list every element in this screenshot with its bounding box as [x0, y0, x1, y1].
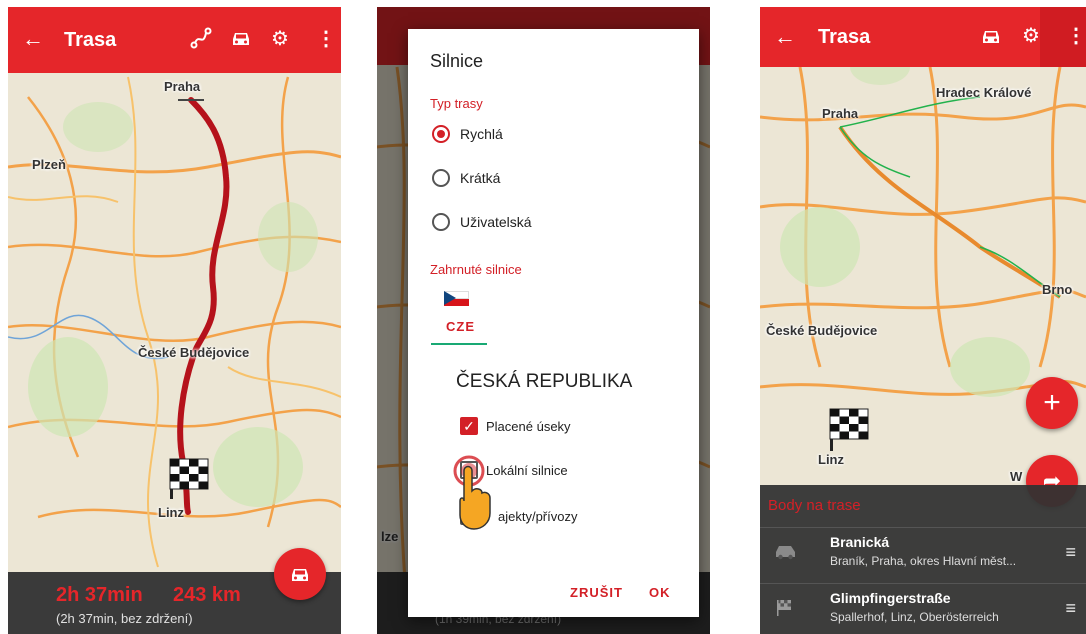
map-label-w: W	[1010, 469, 1023, 484]
car-icon[interactable]	[230, 27, 252, 49]
map-label-praha: Praha	[164, 79, 201, 94]
back-arrow-icon[interactable]: ←	[22, 27, 44, 51]
car-icon	[776, 546, 795, 560]
waypoint-name: Branická	[830, 534, 890, 550]
radio-short-label[interactable]: Krátká	[460, 170, 500, 186]
app-bar: ← Trasa ⚙ ⋮	[8, 7, 341, 73]
map-label-ceske-budejovice: České Budějovice	[138, 345, 250, 360]
map-label-plzen: Plzeň	[32, 157, 66, 172]
ok-button[interactable]: OK	[649, 585, 671, 600]
waypoint-address: Spallerhof, Linz, Oberösterreich	[830, 610, 999, 624]
car-icon[interactable]	[980, 25, 1002, 47]
radio-fast[interactable]	[432, 125, 450, 143]
checkbox-toll-roads-label[interactable]: Placené úseky	[486, 419, 571, 434]
route-subtitle: (2h 37min, bez zdržení)	[56, 611, 193, 626]
more-vert-icon[interactable]: ⋮	[316, 27, 336, 51]
radio-custom-label[interactable]: Uživatelská	[460, 214, 532, 230]
route-screen: Praha Plzeň České Budějovice Linz ← Tras…	[8, 7, 341, 634]
radio-custom[interactable]	[432, 213, 450, 231]
list-item[interactable]: Glimpfingerstraße Spallerhof, Linz, Ober…	[760, 583, 1086, 631]
waypoint-address: Braník, Praha, okres Hlavní měst...	[830, 554, 1017, 568]
tab-indicator	[431, 343, 487, 345]
checkbox-toll-roads[interactable]: ✓	[460, 417, 478, 435]
roads-dialog: Silnice Typ trasy Rychlá Krátká Uživatel…	[408, 29, 699, 617]
route-time: 2h 37min	[56, 584, 143, 606]
map-label-ceske-budejovice: České Budějovice	[766, 323, 878, 338]
route-type-header: Typ trasy	[430, 96, 483, 111]
route-icon[interactable]	[190, 27, 212, 49]
drag-handle-icon[interactable]: ≡	[1065, 542, 1076, 563]
drag-handle-icon[interactable]: ≡	[1065, 598, 1076, 619]
roads-dialog-screen: nia lze (1h 39min, bez zdržení) Silnice …	[377, 7, 710, 634]
checkbox-local-roads-label[interactable]: Lokální silnice	[486, 463, 568, 478]
app-bar: ← Trasa ⚙ ⋮	[760, 7, 1086, 67]
country-name: ČESKÁ REPUBLIKA	[456, 371, 633, 392]
czech-flag-icon	[444, 291, 469, 306]
cancel-button[interactable]: ZRUŠIT	[570, 585, 623, 600]
map-label-linz: Linz	[818, 452, 844, 467]
route-points-screen: Hradec Králové Praha Brno České Budějovi…	[760, 7, 1086, 634]
gear-icon[interactable]: ⚙	[271, 27, 289, 51]
finish-flag-icon	[829, 408, 869, 451]
waypoints-header: Body na trase	[768, 497, 861, 514]
back-arrow-icon[interactable]: ←	[774, 25, 796, 49]
more-vert-icon[interactable]: ⋮	[1066, 24, 1086, 48]
page-title: Trasa	[64, 29, 117, 51]
waypoint-name: Glimpfingerstraße	[830, 590, 951, 606]
dialog-title: Silnice	[430, 51, 484, 71]
vehicle-fab-button[interactable]	[274, 548, 326, 600]
route-distance: 243 km	[173, 584, 241, 606]
finish-flag-icon	[777, 600, 791, 616]
map-label-hradec-kralove: Hradec Králové	[936, 85, 1032, 100]
radio-fast-label[interactable]: Rychlá	[460, 126, 503, 142]
plus-icon: +	[1043, 386, 1061, 419]
page-title: Trasa	[818, 26, 871, 48]
waypoints-panel: Body na trase Branická Braník, Praha, ok…	[760, 485, 1086, 634]
map-label-brno: Brno	[1042, 282, 1073, 297]
map-label-praha: Praha	[822, 106, 859, 121]
tab-cze[interactable]: CZE	[446, 319, 475, 334]
checkbox-ferries-label[interactable]: ajekty/přívozy	[498, 509, 577, 524]
finish-flag-icon	[169, 458, 209, 499]
route-map[interactable]	[8, 7, 341, 634]
map-label-linz: Linz	[158, 505, 184, 520]
radio-short[interactable]	[432, 169, 450, 187]
add-waypoint-button[interactable]: +	[1026, 377, 1078, 429]
list-item[interactable]: Branická Braník, Praha, okres Hlavní měs…	[760, 527, 1086, 575]
included-roads-header: Zahrnuté silnice	[430, 262, 522, 277]
car-icon	[292, 569, 308, 581]
tap-hand-icon	[453, 455, 491, 530]
gear-icon[interactable]: ⚙	[1022, 24, 1040, 48]
